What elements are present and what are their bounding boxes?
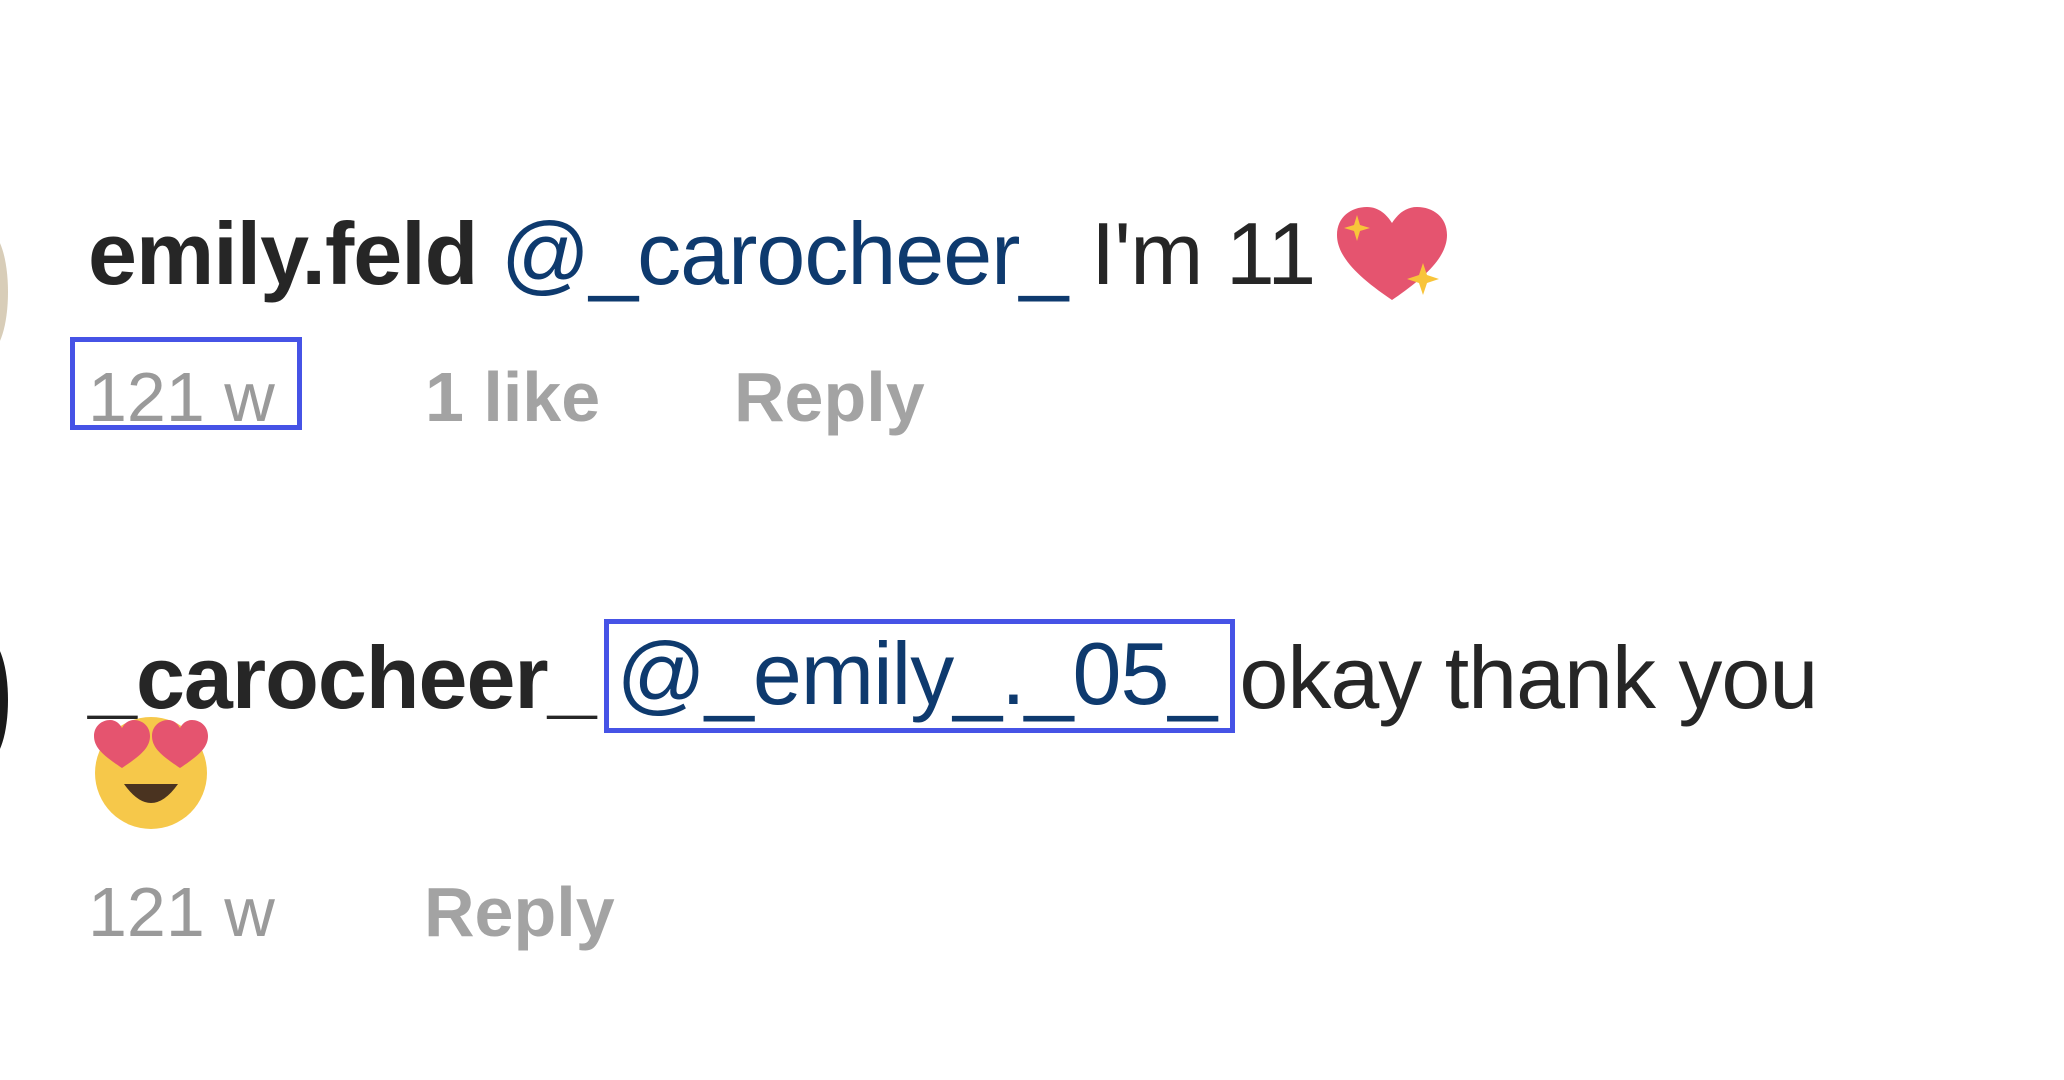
reply-button[interactable]: Reply [734,362,925,432]
like-count[interactable]: 1 like [425,362,600,432]
heart-eyes-face-icon [94,717,208,829]
reply-button[interactable]: Reply [424,877,615,947]
comment-timestamp: 121 w [88,873,275,951]
comment-mention[interactable]: @_carocheer_ [501,204,1069,303]
comment-text: emily.feld @_carocheer_ I'm 11 [88,210,1316,298]
comment-body: okay thank you [1239,628,1818,727]
comment-timestamp: 121 w [88,358,275,436]
sparkling-heart-icon [1337,207,1447,300]
comment-text: _carocheer_ @_emily_._05_ okay thank you [88,619,1818,737]
comment-username[interactable]: emily.feld [88,204,478,303]
comment-mention[interactable]: @_emily_._05_ [603,619,1236,733]
avatar[interactable] [0,640,8,760]
comment-body: I'm 11 [1090,204,1316,303]
avatar[interactable] [0,232,8,352]
